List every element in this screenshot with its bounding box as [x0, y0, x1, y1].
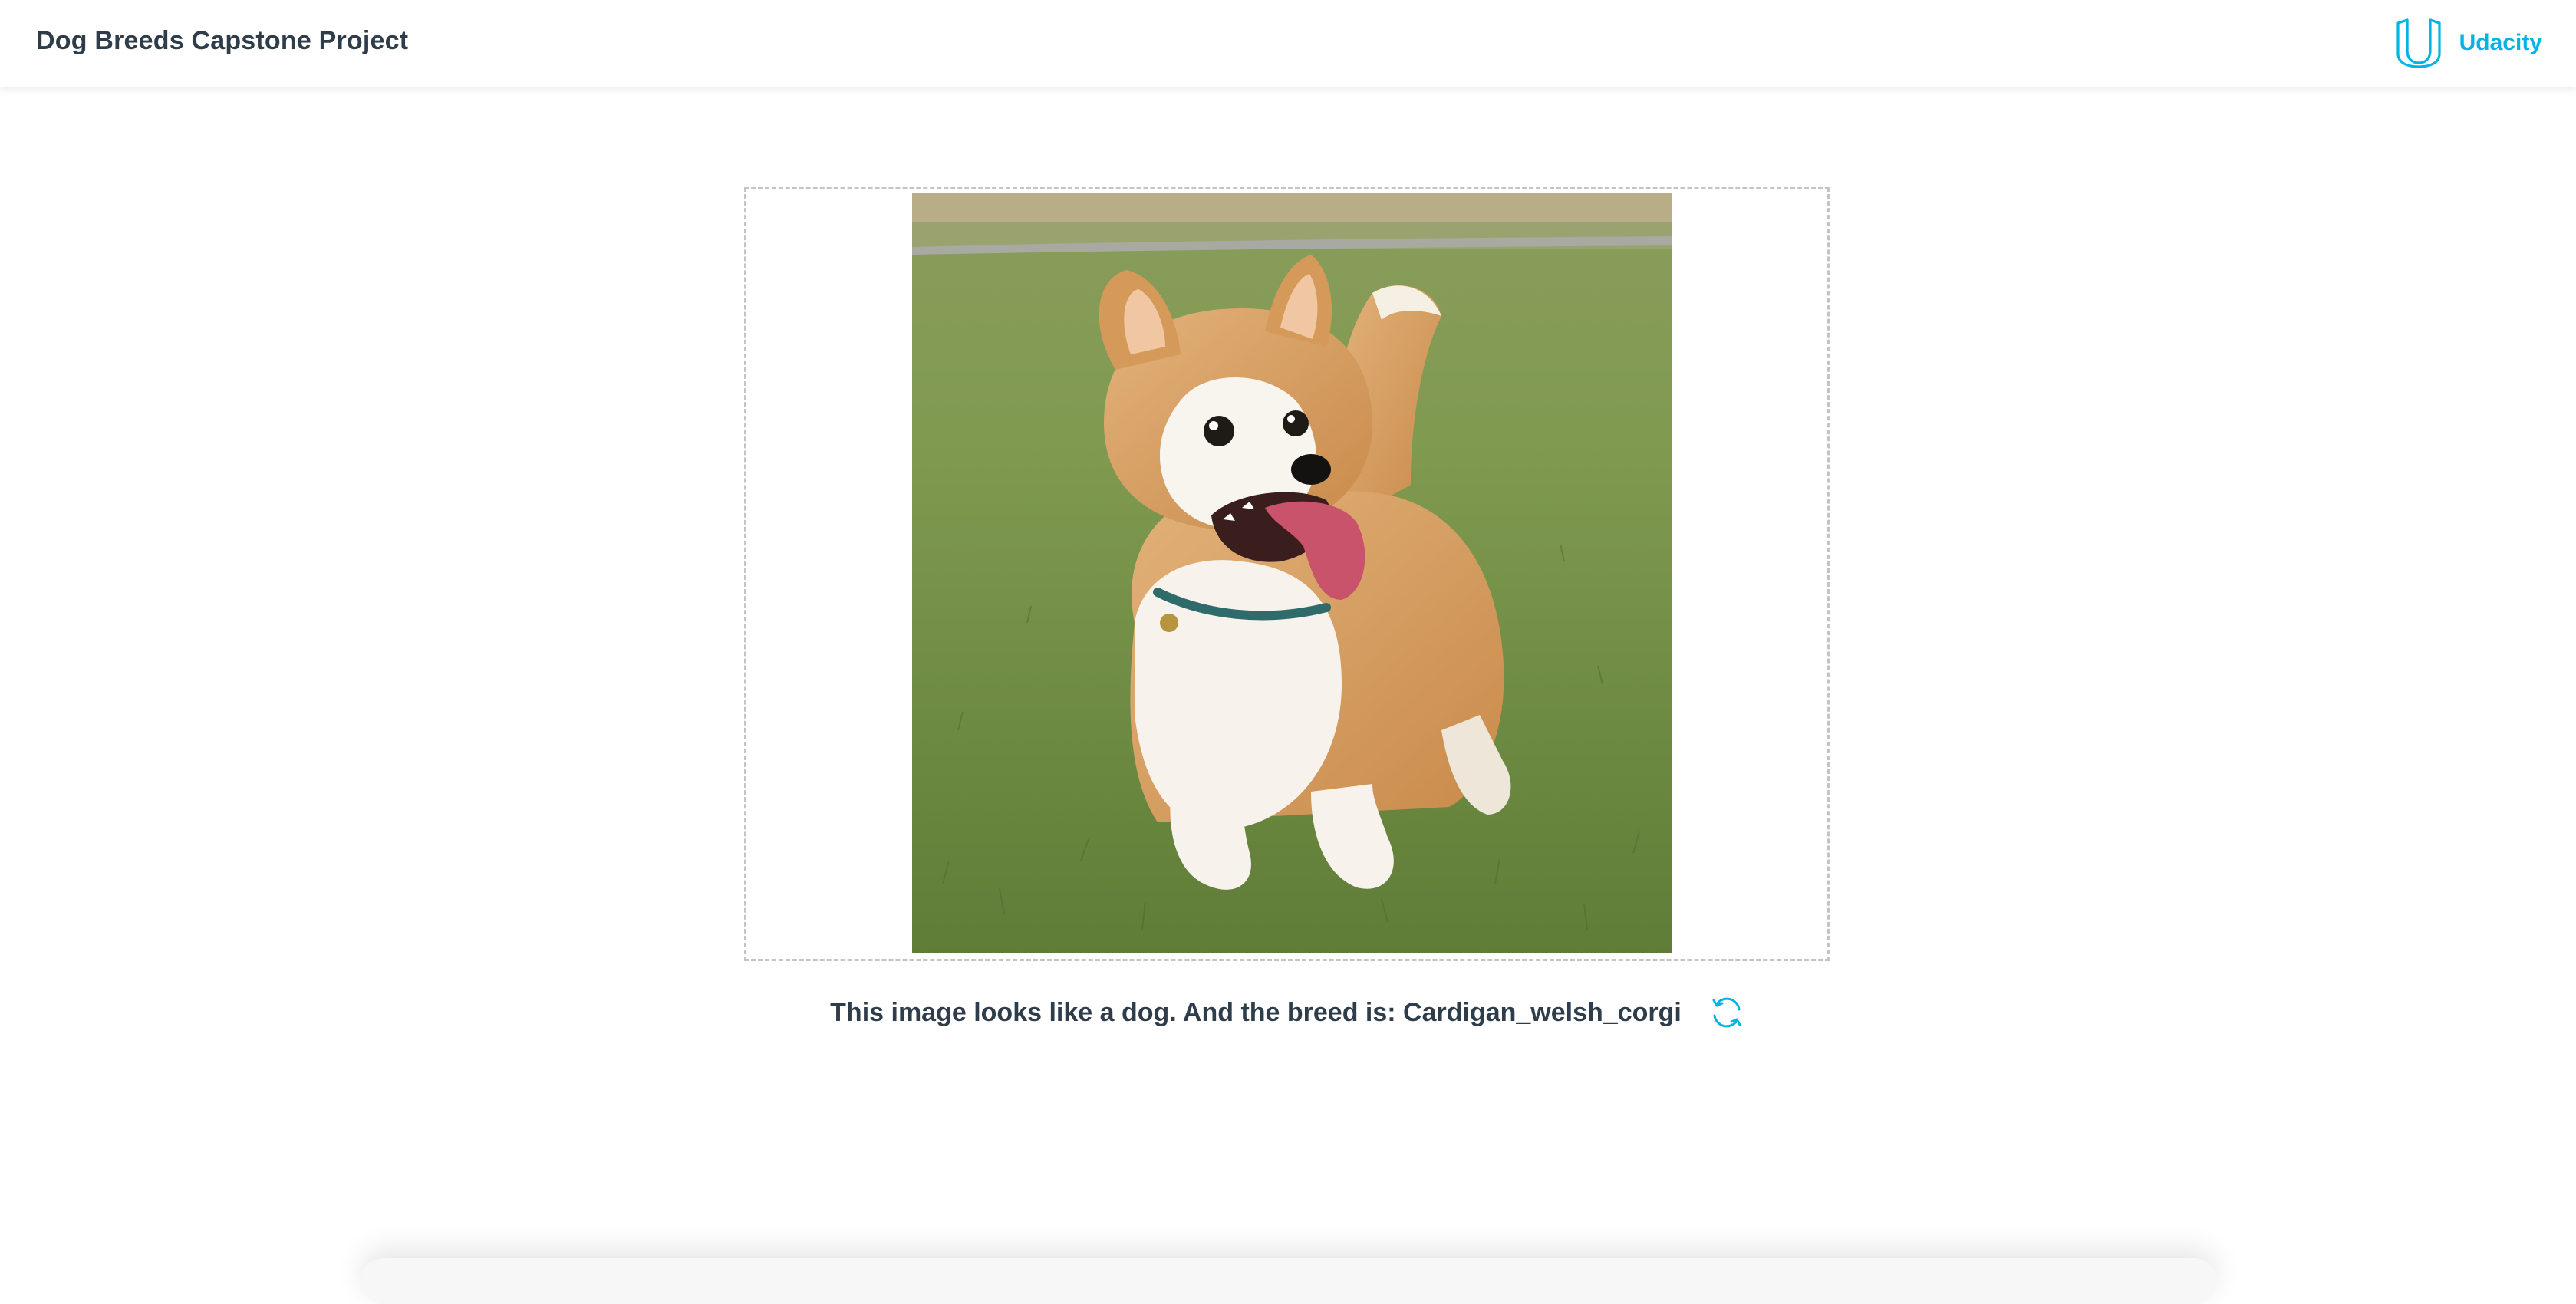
app-header: Dog Breeds Capstone Project Udacity: [0, 0, 2576, 87]
bottom-panel-edge: [361, 1258, 2217, 1304]
brand-name: Udacity: [2459, 30, 2542, 55]
page-title: Dog Breeds Capstone Project: [36, 26, 409, 55]
uploaded-dog-image: [912, 193, 1672, 953]
prediction-result: This image looks like a dog. And the bre…: [0, 990, 2576, 1036]
image-upload-dropzone[interactable]: [744, 187, 1830, 961]
prediction-text: This image looks like a dog. And the bre…: [830, 997, 1682, 1027]
udacity-logo-icon: [2396, 18, 2441, 68]
brand-link[interactable]: Udacity: [2393, 17, 2542, 69]
refresh-icon[interactable]: [1708, 993, 1746, 1032]
